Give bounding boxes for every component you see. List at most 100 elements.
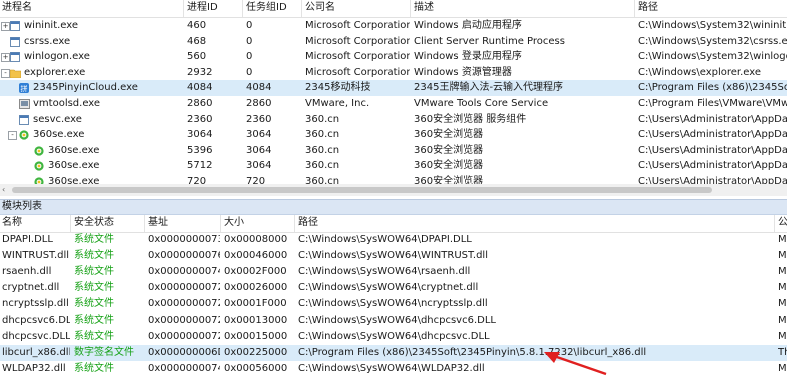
process-row[interactable]: - explorer.exe 2932 0 Microsoft Corporation W… bbox=[0, 65, 787, 81]
module-row[interactable]: ncryptsslp.dll 系统文件 0x0000000072... 0x0001F… bbox=[0, 296, 787, 312]
company-name: 360.cn bbox=[305, 144, 340, 156]
scroll-left-icon[interactable]: ‹ bbox=[2, 186, 5, 194]
base-address: 0x0000000073... bbox=[148, 234, 220, 245]
scrollbar-thumb[interactable] bbox=[12, 187, 712, 193]
process-table-header: 进程名 进程ID 任务组ID 公司名 描述 路径 bbox=[0, 0, 787, 18]
process-row[interactable]: 360se.exe 5712 3064 360.cn 360安全浏览器 C:\Users\… bbox=[0, 158, 787, 174]
company-name: 360.cn bbox=[305, 113, 340, 125]
col-security-status[interactable]: 安全状态 bbox=[74, 215, 144, 232]
module-row[interactable]: WLDAP32.dll 系统文件 0x0000000074... 0x00056000… bbox=[0, 361, 787, 377]
tree-expander-icon[interactable]: - bbox=[1, 68, 10, 78]
task-group-id: 2860 bbox=[246, 98, 272, 109]
process-id: 2932 bbox=[187, 66, 213, 78]
security-status: 系统文件 bbox=[74, 362, 114, 374]
module-row[interactable]: rsaenh.dll 系统文件 0x0000000074... 0x0002F000 C… bbox=[0, 264, 787, 280]
base-address: 0x0000000074... bbox=[148, 362, 220, 374]
process-row[interactable]: + winlogon.exe 560 0 Microsoft Corporation Wi… bbox=[0, 49, 787, 65]
module-publisher: M bbox=[778, 266, 787, 278]
process-row[interactable]: csrss.exe 468 0 Microsoft Corporation Client… bbox=[0, 34, 787, 50]
module-row[interactable]: WINTRUST.dll 系统文件 0x0000000076... 0x0004600… bbox=[0, 248, 787, 264]
col-company[interactable]: 公司名 bbox=[305, 0, 410, 17]
process-name: explorer.exe bbox=[24, 66, 86, 78]
app-window-icon bbox=[19, 114, 29, 125]
col-base-address[interactable]: 基址 bbox=[148, 215, 220, 232]
task-group-id: 2360 bbox=[246, 113, 272, 125]
process-row[interactable]: 360se.exe 5396 3064 360.cn 360安全浏览器 C:\Users\… bbox=[0, 143, 787, 159]
col-process-id[interactable]: 进程ID bbox=[187, 0, 242, 17]
col-description[interactable]: 描述 bbox=[414, 0, 634, 17]
process-horizontal-scrollbar[interactable]: ‹ bbox=[0, 184, 787, 196]
file-path: C:\Program Files (x86)\2345Soft\2345Piny… bbox=[638, 82, 787, 94]
task-group-id: 0 bbox=[246, 35, 253, 47]
security-status: 系统文件 bbox=[74, 314, 114, 326]
svg-text:拼: 拼 bbox=[21, 84, 28, 93]
security-status: 系统文件 bbox=[74, 266, 114, 278]
folder-icon bbox=[9, 68, 22, 79]
task-group-id: 3064 bbox=[246, 144, 272, 156]
process-name: 360se.exe bbox=[48, 144, 100, 156]
module-row[interactable]: dhcpcsvc.DLL 系统文件 0x0000000072... 0x0001500… bbox=[0, 329, 787, 345]
process-name: 360se.exe bbox=[33, 129, 85, 141]
task-group-id: 3064 bbox=[246, 160, 272, 172]
description: Windows 资源管理器 bbox=[414, 66, 512, 78]
module-row[interactable]: dhcpcsvc6.DLL 系统文件 0x0000000072... 0x000130… bbox=[0, 313, 787, 329]
process-row[interactable]: + wininit.exe 460 0 Microsoft Corporation Win… bbox=[0, 18, 787, 34]
col-process-name[interactable]: 进程名 bbox=[2, 0, 182, 17]
col-separator bbox=[294, 215, 295, 232]
company-name: Microsoft Corporation bbox=[305, 66, 410, 78]
process-id: 2360 bbox=[187, 113, 213, 125]
module-row[interactable]: cryptnet.dll 系统文件 0x0000000072... 0x0002600… bbox=[0, 280, 787, 296]
base-address: 0x000000006D... bbox=[148, 346, 220, 358]
col-task-group-id[interactable]: 任务组ID bbox=[246, 0, 301, 17]
module-size: 0x00015000 bbox=[224, 330, 288, 342]
security-status: 系统文件 bbox=[74, 298, 114, 310]
tree-expander-icon[interactable]: + bbox=[1, 53, 10, 63]
module-size: 0x0001F000 bbox=[224, 298, 287, 310]
module-path: C:\Windows\SysWOW64\rsaenh.dll bbox=[298, 266, 471, 278]
module-name: cryptnet.dll bbox=[2, 282, 60, 294]
process-name: csrss.exe bbox=[24, 35, 71, 47]
file-path: C:\Users\Administrator\AppData\Roaming bbox=[638, 160, 787, 172]
file-path: C:\Windows\System32\csrss.exe bbox=[638, 35, 787, 47]
process-id: 3064 bbox=[187, 129, 213, 141]
tree-expander-icon[interactable]: - bbox=[8, 131, 17, 141]
red-arrow-annotation bbox=[544, 352, 607, 376]
module-name: rsaenh.dll bbox=[2, 266, 52, 278]
security-status: 系统文件 bbox=[74, 282, 114, 294]
module-row[interactable]: DPAPI.DLL 系统文件 0x0000000073... 0x00008000 C:… bbox=[0, 232, 787, 248]
description: VMware Tools Core Service bbox=[414, 98, 549, 109]
company-name: Microsoft Corporation bbox=[305, 51, 410, 63]
process-name: vmtoolsd.exe bbox=[33, 98, 101, 109]
process-id: 2860 bbox=[187, 98, 213, 109]
process-id: 4084 bbox=[187, 82, 213, 94]
col-module-path[interactable]: 路径 bbox=[298, 215, 774, 232]
col-module-name[interactable]: 名称 bbox=[2, 215, 70, 232]
security-status: 数字签名文件 bbox=[74, 346, 134, 358]
process-row[interactable]: sesvc.exe 2360 2360 360.cn 360安全浏览器 服务组件 C:\U… bbox=[0, 112, 787, 128]
module-size: 0x00046000 bbox=[224, 250, 288, 262]
description: 360安全浏览器 服务组件 bbox=[414, 113, 527, 125]
description: Windows 启动应用程序 bbox=[414, 20, 522, 31]
module-publisher: M bbox=[778, 282, 787, 294]
module-panel-title: 模块列表 bbox=[2, 201, 42, 212]
process-id: 5396 bbox=[187, 144, 213, 156]
col-size[interactable]: 大小 bbox=[224, 215, 294, 232]
description: Client Server Runtime Process bbox=[414, 35, 565, 47]
company-name: VMware, Inc. bbox=[305, 98, 370, 109]
security-status: 系统文件 bbox=[74, 234, 114, 245]
module-name: WLDAP32.dll bbox=[2, 362, 66, 374]
file-path: C:\Windows\explorer.exe bbox=[638, 66, 762, 78]
col-path[interactable]: 路径 bbox=[638, 0, 787, 17]
process-row[interactable]: vmtoolsd.exe 2860 2860 VMware, Inc. VMware T… bbox=[0, 96, 787, 112]
app-window-icon bbox=[10, 36, 20, 47]
module-row[interactable]: libcurl_x86.dll 数字签名文件 0x000000006D... 0x00… bbox=[0, 344, 787, 361]
col-separator bbox=[301, 0, 302, 17]
module-name: dhcpcsvc6.DLL bbox=[2, 314, 70, 326]
module-size: 0x00225000 bbox=[224, 346, 288, 358]
process-row[interactable]: 拼 2345PinyinCloud.exe 4084 4084 2345移动科技 2345… bbox=[0, 80, 787, 97]
company-name: Microsoft Corporation bbox=[305, 35, 410, 47]
process-row[interactable]: - 360se.exe 3064 3064 360.cn 360安全浏览器 C:\Users… bbox=[0, 127, 787, 143]
col-publisher[interactable]: 公 bbox=[778, 215, 787, 232]
tree-expander-icon[interactable]: + bbox=[1, 22, 10, 31]
module-path: C:\Windows\SysWOW64\WINTRUST.dll bbox=[298, 250, 488, 262]
